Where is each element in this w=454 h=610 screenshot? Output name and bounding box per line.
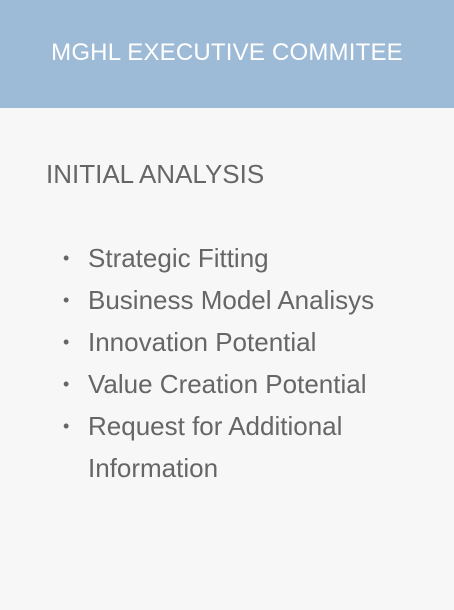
card-body: INITIAL ANALYSIS • Strategic Fitting • B… (0, 108, 454, 489)
section-title: INITIAL ANALYSIS (46, 159, 265, 189)
list-item-label: Value Creation Potential (88, 369, 367, 399)
list-item-label: Strategic Fitting (88, 243, 269, 273)
list-item: • Request for Additional Information (46, 405, 408, 489)
card-title: MGHL EXECUTIVE COMMITEE (51, 39, 403, 66)
list-item-label: Request for Additional Information (88, 411, 343, 483)
card-header: MGHL EXECUTIVE COMMITEE (0, 0, 454, 108)
bullet-icon: • (63, 332, 70, 352)
list-item: • Innovation Potential (46, 321, 408, 363)
bullet-icon: • (63, 374, 70, 394)
list-item-label: Business Model Analisys (88, 285, 375, 315)
committee-card: MGHL EXECUTIVE COMMITEE INITIAL ANALYSIS… (0, 0, 454, 610)
bullet-icon: • (63, 416, 70, 436)
bullet-icon: • (63, 290, 70, 310)
list-item: • Value Creation Potential (46, 363, 408, 405)
analysis-list: • Strategic Fitting • Business Model Ana… (46, 189, 454, 489)
list-item-label: Innovation Potential (88, 327, 317, 357)
list-item: • Strategic Fitting (46, 237, 408, 279)
list-item: • Business Model Analisys (46, 279, 408, 321)
bullet-icon: • (63, 248, 70, 268)
